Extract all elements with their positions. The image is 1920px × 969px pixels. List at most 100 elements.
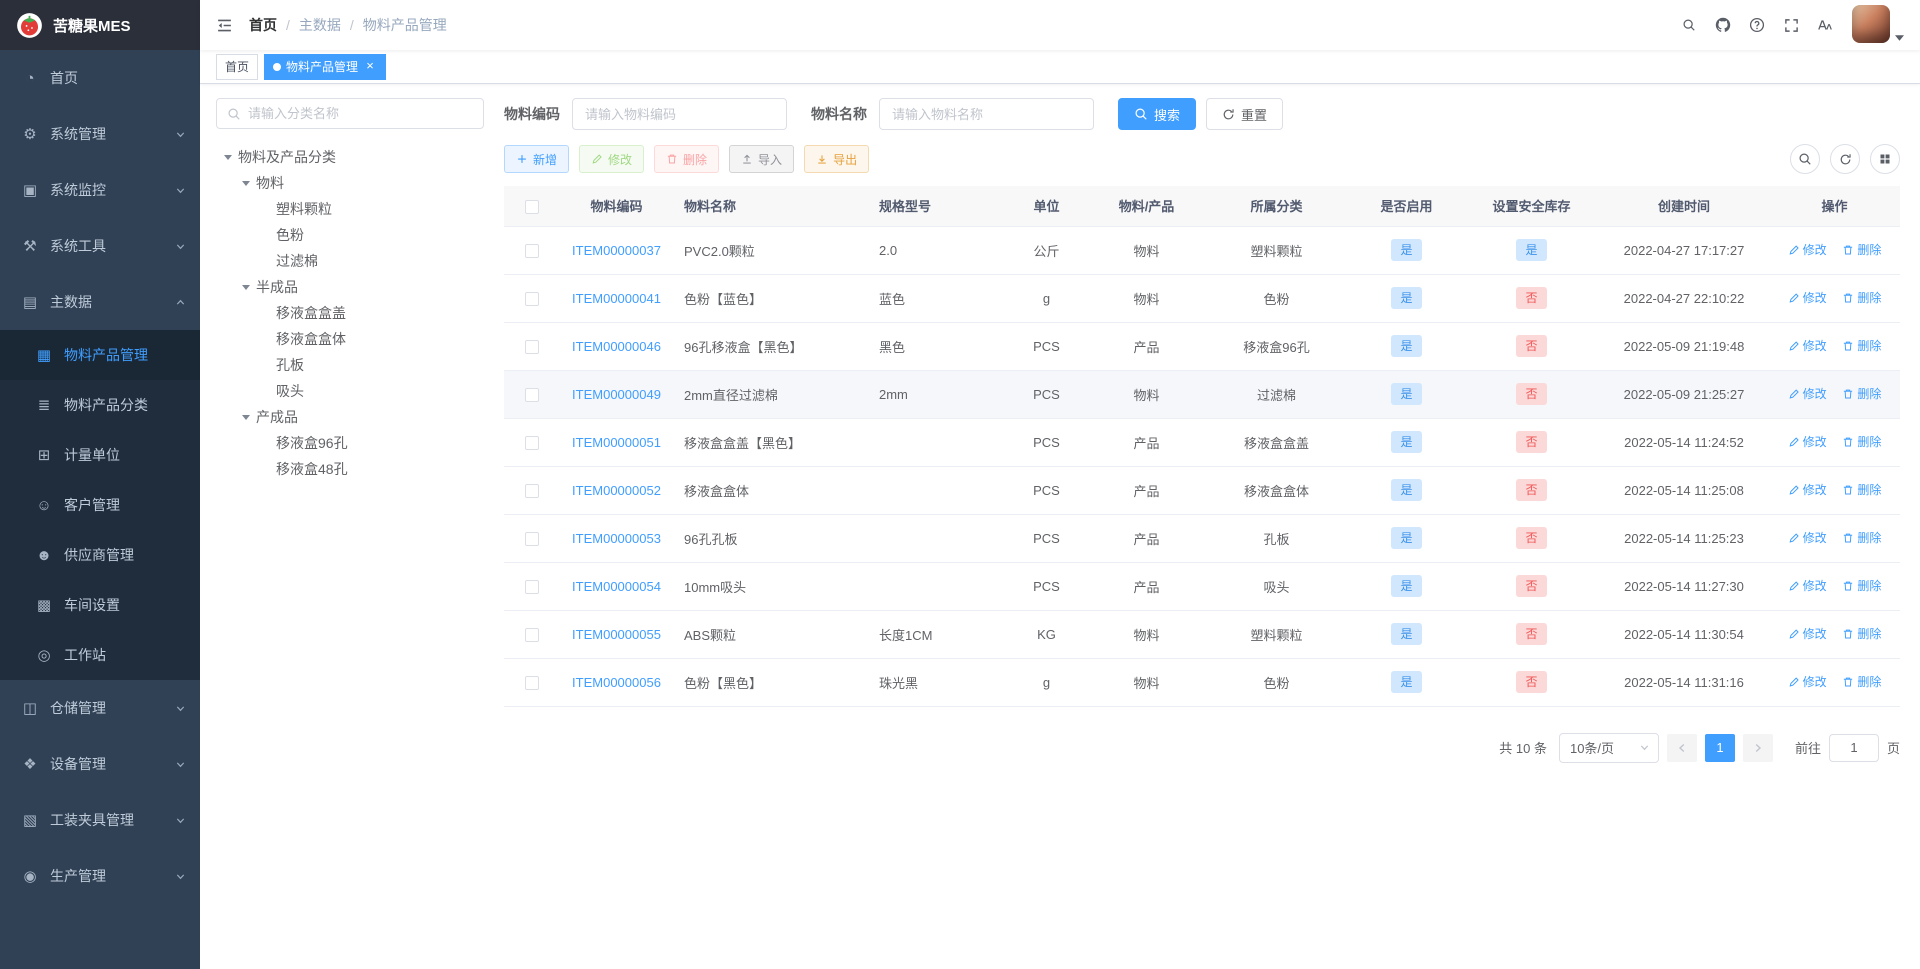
goto-page-input[interactable] (1828, 733, 1879, 762)
row-edit-link[interactable]: 修改 (1788, 673, 1827, 690)
material-code-link[interactable]: ITEM00000049 (572, 387, 661, 402)
export-button[interactable]: 导出 (804, 145, 870, 173)
row-checkbox[interactable] (524, 243, 539, 258)
sidebar-item-7[interactable]: ▧ 工装夹具管理 (0, 792, 200, 848)
caret-down-icon[interactable] (242, 285, 250, 294)
row-delete-link[interactable]: 删除 (1842, 577, 1881, 594)
row-edit-link[interactable]: 修改 (1788, 529, 1827, 546)
sidebar-item-8[interactable]: ◉ 生产管理 (0, 848, 200, 904)
row-edit-link[interactable]: 修改 (1788, 481, 1827, 498)
row-checkbox[interactable] (524, 531, 539, 546)
row-delete-link[interactable]: 删除 (1842, 337, 1881, 354)
close-icon[interactable]: × (363, 59, 377, 74)
search-icon[interactable] (1676, 10, 1702, 40)
tree-node[interactable]: 移液盒48孔 (216, 456, 484, 482)
tree-node[interactable]: 移液盒盒盖 (216, 300, 484, 326)
row-edit-link[interactable]: 修改 (1788, 241, 1827, 258)
row-delete-link[interactable]: 删除 (1842, 625, 1881, 642)
next-page-button[interactable] (1742, 733, 1773, 762)
sidebar-subitem-4-5[interactable]: ▩ 车间设置 (0, 580, 200, 630)
sidebar-item-6[interactable]: ❖ 设备管理 (0, 736, 200, 792)
avatar[interactable] (1852, 5, 1890, 43)
delete-button[interactable]: 删除 (654, 145, 720, 173)
row-checkbox[interactable] (524, 675, 539, 690)
import-button[interactable]: 导入 (729, 145, 795, 173)
sidebar-subitem-4-2[interactable]: ⊞ 计量单位 (0, 430, 200, 480)
caret-down-icon[interactable] (242, 415, 250, 424)
tree-node[interactable]: 孔板 (216, 352, 484, 378)
category-search-input[interactable] (248, 106, 473, 121)
row-delete-link[interactable]: 删除 (1842, 385, 1881, 402)
tree-node[interactable]: 过滤棉 (216, 248, 484, 274)
caret-down-icon[interactable] (224, 155, 232, 164)
edit-button[interactable]: 修改 (579, 145, 645, 173)
user-menu[interactable] (1852, 5, 1904, 45)
fullscreen-icon[interactable] (1778, 10, 1804, 40)
tree-node[interactable]: 物料及产品分类 (216, 144, 484, 170)
row-delete-link[interactable]: 删除 (1842, 673, 1881, 690)
app-logo[interactable]: 苦糖果MES (0, 0, 200, 50)
material-code-link[interactable]: ITEM00000052 (572, 483, 661, 498)
material-code-input[interactable] (572, 98, 787, 130)
help-icon[interactable] (1744, 10, 1770, 40)
row-delete-link[interactable]: 删除 (1842, 529, 1881, 546)
tree-node[interactable]: 塑料颗粒 (216, 196, 484, 222)
row-delete-link[interactable]: 删除 (1842, 433, 1881, 450)
tree-node[interactable]: 物料 (216, 170, 484, 196)
tree-node[interactable]: 半成品 (216, 274, 484, 300)
material-code-link[interactable]: ITEM00000041 (572, 291, 661, 306)
caret-down-icon[interactable] (242, 181, 250, 190)
toggle-search-button[interactable] (1790, 144, 1820, 174)
material-code-link[interactable]: ITEM00000053 (572, 531, 661, 546)
refresh-table-button[interactable] (1830, 144, 1860, 174)
row-edit-link[interactable]: 修改 (1788, 289, 1827, 306)
add-button[interactable]: 新增 (504, 145, 570, 173)
tree-node[interactable]: 色粉 (216, 222, 484, 248)
row-checkbox[interactable] (524, 339, 539, 354)
sidebar-item-1[interactable]: ⚙ 系统管理 (0, 106, 200, 162)
tree-node[interactable]: 产成品 (216, 404, 484, 430)
row-checkbox[interactable] (524, 483, 539, 498)
sidebar-subitem-4-6[interactable]: ◎ 工作站 (0, 630, 200, 680)
material-code-link[interactable]: ITEM00000055 (572, 627, 661, 642)
material-code-link[interactable]: ITEM00000056 (572, 675, 661, 690)
material-code-link[interactable]: ITEM00000046 (572, 339, 661, 354)
sidebar-item-5[interactable]: ◫ 仓储管理 (0, 680, 200, 736)
row-edit-link[interactable]: 修改 (1788, 337, 1827, 354)
columns-toggle-button[interactable] (1870, 144, 1900, 174)
row-delete-link[interactable]: 删除 (1842, 241, 1881, 258)
sidebar-item-0[interactable]: ◔ 首页 (0, 50, 200, 106)
material-code-link[interactable]: ITEM00000037 (572, 243, 661, 258)
row-edit-link[interactable]: 修改 (1788, 433, 1827, 450)
sidebar-subitem-4-4[interactable]: ☻ 供应商管理 (0, 530, 200, 580)
font-size-icon[interactable] (1812, 10, 1838, 40)
select-all-checkbox[interactable] (524, 199, 539, 214)
hamburger-icon[interactable] (216, 17, 233, 34)
reset-button[interactable]: 重置 (1206, 98, 1284, 130)
material-name-input[interactable] (879, 98, 1094, 130)
row-edit-link[interactable]: 修改 (1788, 385, 1827, 402)
row-delete-link[interactable]: 删除 (1842, 289, 1881, 306)
row-checkbox[interactable] (524, 627, 539, 642)
row-edit-link[interactable]: 修改 (1788, 625, 1827, 642)
tree-node[interactable]: 移液盒盒体 (216, 326, 484, 352)
row-checkbox[interactable] (524, 291, 539, 306)
row-checkbox[interactable] (524, 579, 539, 594)
sidebar-subitem-4-0[interactable]: ▦ 物料产品管理 (0, 330, 200, 380)
row-checkbox[interactable] (524, 435, 539, 450)
search-button[interactable]: 搜索 (1118, 98, 1197, 130)
row-edit-link[interactable]: 修改 (1788, 577, 1827, 594)
sidebar-subitem-4-1[interactable]: ≣ 物料产品分类 (0, 380, 200, 430)
tab-1[interactable]: 物料产品管理 × (264, 53, 387, 80)
sidebar-item-2[interactable]: ▣ 系统监控 (0, 162, 200, 218)
page-size-select[interactable]: 10条/页 (1558, 732, 1659, 763)
sidebar-item-4[interactable]: ▤ 主数据 (0, 274, 200, 330)
tree-node[interactable]: 吸头 (216, 378, 484, 404)
material-code-link[interactable]: ITEM00000051 (572, 435, 661, 450)
github-icon[interactable] (1710, 10, 1736, 40)
sidebar-subitem-4-3[interactable]: ☺ 客户管理 (0, 480, 200, 530)
breadcrumb-item-0[interactable]: 首页 (249, 15, 277, 35)
prev-page-button[interactable] (1666, 733, 1697, 762)
tree-node[interactable]: 移液盒96孔 (216, 430, 484, 456)
tab-0[interactable]: 首页 (216, 53, 259, 80)
